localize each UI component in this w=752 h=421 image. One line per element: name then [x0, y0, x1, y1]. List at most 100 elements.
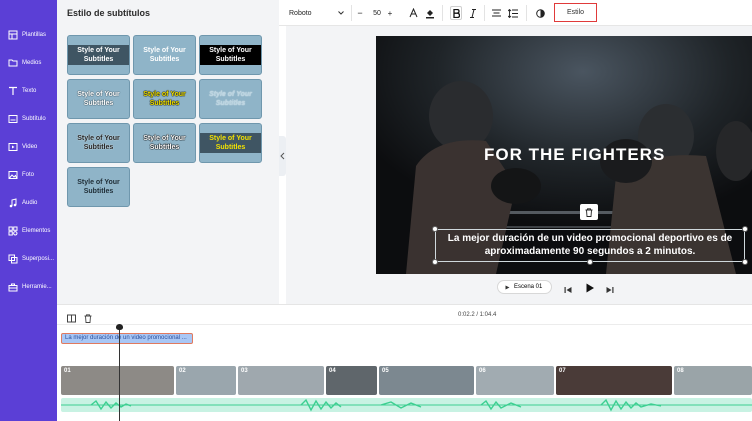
style-tile-dark-plain[interactable]: Style of Your Subtitles — [67, 167, 130, 207]
folder-icon — [8, 59, 18, 67]
style-tile-ghost-italic[interactable]: Style of Your Subtitles — [199, 79, 262, 119]
style-button[interactable]: Estilo — [554, 3, 597, 22]
next-button[interactable] — [605, 282, 615, 293]
contrast-icon — [535, 8, 545, 18]
align-center-button[interactable] — [491, 6, 501, 20]
opacity-button[interactable] — [535, 6, 545, 20]
audio-waveform — [61, 398, 752, 412]
text-toolbar: Roboto − 50 + Estilo — [279, 0, 752, 26]
decrease-size-button[interactable]: − — [356, 6, 364, 20]
style-tile-yellow-outline[interactable]: Style of Your Subtitles — [133, 79, 196, 119]
tile-text: Style of Your Subtitles — [200, 133, 261, 153]
nav-item-superposiciones[interactable]: Superposi... — [0, 249, 57, 271]
nav-item-plantillas[interactable]: Plantillas — [0, 25, 57, 47]
style-tile-yellow-on-dark[interactable]: Style of Your Subtitles — [199, 123, 262, 163]
scene-clip-03[interactable]: 03 — [238, 366, 324, 395]
nav-item-foto[interactable]: Foto — [0, 165, 57, 187]
nav-label: Superposi... — [22, 256, 55, 262]
video-headline[interactable]: FOR THE FIGHTERS — [484, 145, 665, 165]
text-icon — [9, 86, 17, 95]
trash-icon — [84, 314, 92, 323]
bold-button[interactable] — [450, 6, 462, 20]
nav-item-herramientas[interactable]: Herramie... — [0, 277, 57, 299]
elements-icon — [8, 226, 18, 236]
resize-handle-top-right[interactable] — [742, 226, 748, 232]
collapse-panel-button[interactable] — [279, 136, 286, 176]
playhead-handle[interactable] — [116, 324, 123, 330]
line-spacing-icon — [508, 8, 518, 18]
previous-button[interactable] — [563, 282, 573, 293]
nav-label: Subtítulo — [22, 116, 46, 122]
nav-item-texto[interactable]: Texto — [0, 81, 57, 103]
time-readout: 0:02.2 / 1:04.4 — [458, 312, 497, 318]
delete-subtitle-button[interactable] — [580, 204, 598, 220]
subtitle-text[interactable]: La mejor duración de un video promociona… — [438, 232, 742, 258]
align-center-icon — [491, 9, 501, 17]
tile-text: Style of Your Subtitles — [143, 91, 186, 107]
resize-handle-bottom-center[interactable] — [587, 259, 593, 265]
divider — [442, 5, 443, 21]
nav-item-video[interactable]: Video — [0, 137, 57, 159]
nav-label: Texto — [22, 88, 37, 94]
tile-text: Style of Your Subtitles — [68, 45, 129, 65]
line-spacing-button[interactable] — [508, 6, 518, 20]
template-icon — [8, 30, 18, 40]
scene-number: 01 — [64, 368, 71, 374]
highlight-color-button[interactable] — [425, 6, 435, 20]
font-size-input[interactable]: 50 — [370, 6, 384, 20]
resize-handle-bottom-left[interactable] — [432, 259, 438, 265]
scene-clip-02[interactable]: 02 — [176, 366, 236, 395]
style-tile-black-box[interactable]: Style of Your Subtitles — [199, 35, 262, 75]
divider — [484, 5, 485, 21]
nav-label: Audio — [22, 200, 38, 206]
nav-label: Plantillas — [22, 32, 47, 38]
resize-handle-top-left[interactable] — [432, 226, 438, 232]
scene-number: 02 — [179, 368, 186, 374]
nav-item-subtitulo[interactable]: Subtítulo — [0, 109, 57, 131]
paint-bucket-icon — [426, 9, 434, 18]
skip-back-icon — [564, 287, 572, 293]
font-family-select[interactable]: Roboto — [289, 6, 344, 20]
tile-text: Style of Your Subtitles — [77, 135, 120, 151]
style-tile-white-bold-outline[interactable]: Style of Your Subtitles — [133, 123, 196, 163]
subtitle-icon — [8, 115, 18, 123]
style-tile-black-outline[interactable]: Style of Your Subtitles — [67, 123, 130, 163]
divider — [351, 5, 352, 21]
scene-clip-06[interactable]: 06 — [476, 366, 554, 395]
play-icon — [586, 283, 594, 293]
scene-clip-04[interactable]: 04 — [326, 366, 377, 395]
style-tile-plain-white[interactable]: Style of Your Subtitles — [133, 35, 196, 75]
tile-text: Style of Your Subtitles — [77, 179, 120, 195]
play-button[interactable] — [584, 281, 596, 293]
nav-item-elementos[interactable]: Elementos — [0, 221, 57, 243]
nav-label: Foto — [22, 172, 35, 178]
overlay-icon — [8, 254, 18, 264]
style-tile-dark-box[interactable]: Style of Your Subtitles — [67, 35, 130, 75]
italic-icon — [470, 8, 476, 18]
style-tile-outline-white[interactable]: Style of Your Subtitles — [67, 79, 130, 119]
scene-clip-05[interactable]: 05 — [379, 366, 474, 395]
audio-track[interactable] — [61, 398, 752, 412]
subtitle-clip[interactable]: La mejor duración de un video promociona… — [61, 333, 193, 344]
increase-size-button[interactable]: + — [386, 6, 394, 20]
resize-handle-bottom-right[interactable] — [742, 259, 748, 265]
italic-button[interactable] — [468, 6, 478, 20]
trash-icon — [585, 207, 593, 217]
font-color-button[interactable] — [408, 6, 418, 20]
scene-clip-07[interactable]: 07 — [556, 366, 672, 395]
video-editor: Plantillas Medios Texto Subtítulo Video … — [0, 0, 752, 421]
bold-icon — [452, 8, 460, 18]
split-button[interactable] — [67, 310, 77, 323]
tile-text: Style of Your Subtitles — [143, 135, 186, 151]
timeline-delete-button[interactable] — [84, 310, 94, 323]
scene-clip-01[interactable]: 01 — [61, 366, 174, 395]
photo-icon — [8, 171, 18, 179]
nav-item-audio[interactable]: Audio — [0, 193, 57, 215]
chevron-left-icon — [280, 152, 285, 160]
scene-number: 08 — [677, 368, 684, 374]
scene-clip-08[interactable]: 08 — [674, 366, 752, 395]
scene-selector[interactable]: Escena 01 — [497, 280, 552, 294]
nav-item-medios[interactable]: Medios — [0, 53, 57, 75]
play-small-icon — [505, 285, 510, 289]
nav-label: Video — [22, 144, 38, 150]
